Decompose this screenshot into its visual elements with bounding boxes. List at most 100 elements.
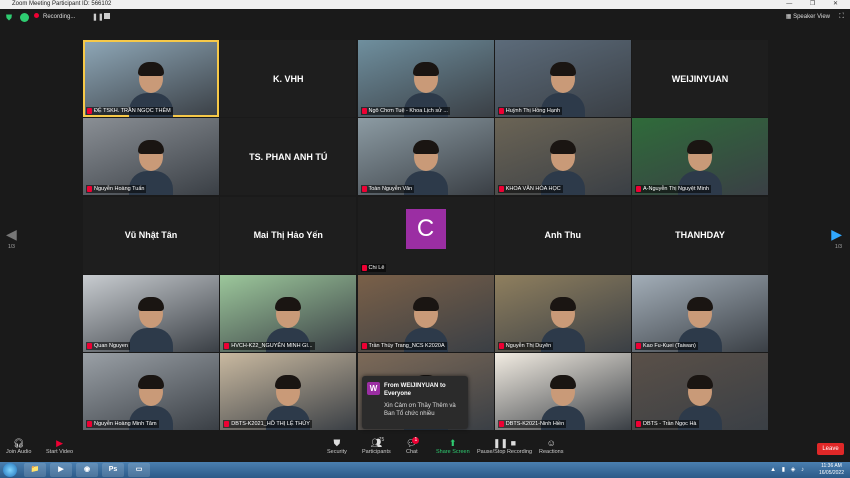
participant-video-figure	[129, 294, 173, 352]
record-button[interactable]: ❚❚ ■ Pause/Stop Recording	[477, 437, 532, 455]
page-indicator-left: 1/3	[8, 244, 15, 250]
participant-tile[interactable]: C Chi Lê	[357, 196, 494, 274]
participant-tile[interactable]: Nguyễn Hoàng Minh Tâm	[83, 353, 219, 430]
participant-display-name: Vũ Nhật Tân	[124, 230, 178, 240]
participant-name-label: ĐỆ TSKH. TRẦN NGỌC THÊM	[86, 107, 173, 115]
participant-tile[interactable]: Toàn Nguyễn Văn	[357, 118, 494, 196]
figure-hair	[412, 296, 439, 311]
leave-button[interactable]: Leave	[817, 443, 844, 455]
security-button[interactable]: ⛊ Security	[327, 437, 347, 455]
participant-tile[interactable]: ĐỆ TSKH. TRẦN NGỌC THÊM	[83, 40, 219, 117]
participant-name-label: A-Nguyễn Thị Nguyệt Minh	[635, 185, 711, 194]
share-screen-label: Share Screen	[436, 449, 470, 455]
figure-hair	[549, 375, 576, 389]
start-video-button[interactable]: ▶︎ Start Video	[46, 437, 73, 455]
previous-page-arrow-icon[interactable]: ◀	[6, 226, 17, 243]
taskbar-app-icon[interactable]: ▶	[50, 463, 72, 477]
participants-button[interactable]: 👥︎ 75 Participants	[362, 437, 391, 455]
pause-recording-icon[interactable]: ❚❚	[92, 13, 104, 21]
participants-label: Participants	[362, 449, 391, 455]
taskbar-app-icon[interactable]: ◉	[76, 463, 98, 477]
participant-tile[interactable]: KHOA VĂN HÓA HỌC	[494, 118, 631, 196]
taskbar-app-icon[interactable]: ▭	[128, 463, 150, 477]
figure-hair	[549, 62, 576, 76]
figure-hair	[549, 140, 576, 155]
join-audio-button[interactable]: 🎧︎ Join Audio	[6, 437, 31, 455]
shield-icon: ⛊	[333, 438, 341, 448]
figure-hair	[138, 296, 164, 311]
share-arrow-icon: ⬆︎	[449, 438, 457, 448]
figure-hair	[412, 140, 439, 155]
chat-button[interactable]: 💬︎ 1 Chat	[406, 437, 420, 455]
recording-indicator: Recording...	[34, 12, 75, 23]
start-button-icon[interactable]	[3, 463, 17, 477]
chat-sender-avatar: W	[367, 382, 380, 395]
taskbar-clock[interactable]: 11:36 AM 16/05/2022	[819, 463, 844, 477]
gallery-grid: ĐỆ TSKH. TRẦN NGỌC THÊM K. VHH Ngô Chơn Tu…	[83, 40, 768, 431]
figure-hair	[275, 296, 302, 311]
speaker-view-button[interactable]: Speaker View	[786, 13, 830, 20]
participant-name-label: DBTS - Trần Ngọc Hà	[635, 420, 699, 428]
people-icon: 👥︎	[370, 438, 383, 448]
participant-avatar: C	[405, 209, 446, 249]
participant-tile[interactable]: Nguyễn Hoàng Tuấn	[83, 118, 219, 196]
taskbar-app-icon[interactable]: Ps	[102, 463, 124, 477]
figure-hair	[138, 375, 164, 389]
participant-tile[interactable]: Kao Fu-Kuei (Taiwan)	[632, 274, 768, 352]
participant-tile[interactable]: Huỳnh Thị Hồng Hạnh	[494, 40, 631, 117]
participant-name-label: Chi Lê	[360, 263, 387, 272]
participant-display-name: Anh Thu	[544, 230, 582, 240]
participant-display-name: Mai Thị Hảo Yến	[253, 230, 323, 240]
participant-tile[interactable]: Mai Thị Hảo Yến	[220, 196, 357, 274]
window-titlebar: Zoom Meeting Participant ID: 566102 — ❐ …	[0, 0, 850, 9]
shield-icon[interactable]: ⛊	[6, 13, 14, 22]
participant-tile[interactable]: Anh Thu	[494, 196, 631, 274]
share-screen-button[interactable]: ⬆︎ Share Screen	[436, 437, 470, 455]
participant-tile[interactable]: A-Nguyễn Thị Nguyệt Minh	[632, 118, 768, 196]
chat-sender: From WEIJINYUAN to Everyone	[384, 383, 446, 397]
pause-stop-icon: ❚❚ ■	[493, 438, 517, 448]
participant-tile[interactable]: DBTS-K2021_HỒ THỊ LỆ THỦY	[220, 353, 357, 430]
meeting-topbar: ⛊ Recording... ❚❚ Speaker View ⛶	[0, 9, 850, 27]
participant-name-label: Huỳnh Thị Hồng Hạnh	[497, 107, 563, 115]
participant-name-label: Kao Fu-Kuei (Taiwan)	[635, 341, 698, 350]
participant-tile[interactable]: WEIJINYUAN	[632, 40, 768, 117]
video-off-icon: ▶︎	[56, 438, 64, 448]
chat-notification[interactable]: W From WEIJINYUAN to Everyone Xin Cảm ơn…	[362, 376, 468, 429]
participant-tile[interactable]: Nguyễn Thị Duyên	[494, 274, 631, 352]
participant-name-label: DBTS-K2021-Ninh Hiền	[497, 420, 567, 428]
participant-name-label: HVCH-K22_NGUYỄN MINH GI...	[223, 341, 315, 350]
chat-label: Chat	[406, 449, 418, 455]
window-controls[interactable]: — ❐ ✕	[786, 0, 846, 9]
participant-tile[interactable]: HVCH-K22_NGUYỄN MINH GI...	[220, 274, 357, 352]
participant-tile[interactable]: K. VHH	[220, 40, 357, 117]
participant-tile[interactable]: DBTS-K2021-Ninh Hiền	[494, 353, 631, 430]
participant-tile[interactable]: DBTS - Trần Ngọc Hà	[632, 353, 768, 430]
participant-tile[interactable]: Trần Thùy Trang_NCS K2020A	[357, 274, 494, 352]
chat-unread-badge: 1	[412, 437, 420, 444]
figure-hair	[138, 62, 164, 76]
participant-display-name: THANHDAY	[675, 230, 725, 240]
record-label: Pause/Stop Recording	[477, 449, 533, 455]
security-label: Security	[327, 449, 347, 455]
participant-tile[interactable]: Ngô Chơn Tuệ - Khoa Lịch sử ...	[357, 40, 494, 117]
participant-tile[interactable]: TS. PHAN ANH TÚ	[220, 118, 357, 196]
headphones-icon: 🎧︎	[12, 438, 25, 448]
chat-message: Xin Cảm ơn Thầy Thêm và Ban Tổ chức nhiề…	[384, 403, 456, 417]
next-page-arrow-icon[interactable]: ▶	[831, 226, 842, 243]
stop-recording-icon[interactable]	[104, 13, 110, 19]
figure-hair	[687, 375, 713, 389]
participant-tile[interactable]: Quan Nguyen	[83, 274, 219, 352]
participant-name-label: DBTS-K2021_HỒ THỊ LỆ THỦY	[223, 420, 312, 428]
participant-display-name: TS. PHAN ANH TÚ	[249, 151, 328, 162]
system-tray-icons[interactable]: ▲ ▮ ◈ ♪	[770, 466, 806, 473]
participants-count: 75	[378, 437, 385, 443]
fullscreen-icon[interactable]: ⛶	[839, 13, 844, 21]
participant-display-name: K. VHH	[272, 73, 304, 84]
reactions-button[interactable]: ☺︎ Reactions	[539, 437, 563, 455]
participant-tile[interactable]: Vũ Nhật Tân	[83, 196, 219, 274]
participant-tile[interactable]: THANHDAY	[632, 196, 768, 274]
taskbar-app-icon[interactable]: 📁	[24, 463, 46, 477]
participant-name-label: Ngô Chơn Tuệ - Khoa Lịch sử ...	[360, 107, 450, 115]
encryption-icon[interactable]	[20, 13, 29, 22]
